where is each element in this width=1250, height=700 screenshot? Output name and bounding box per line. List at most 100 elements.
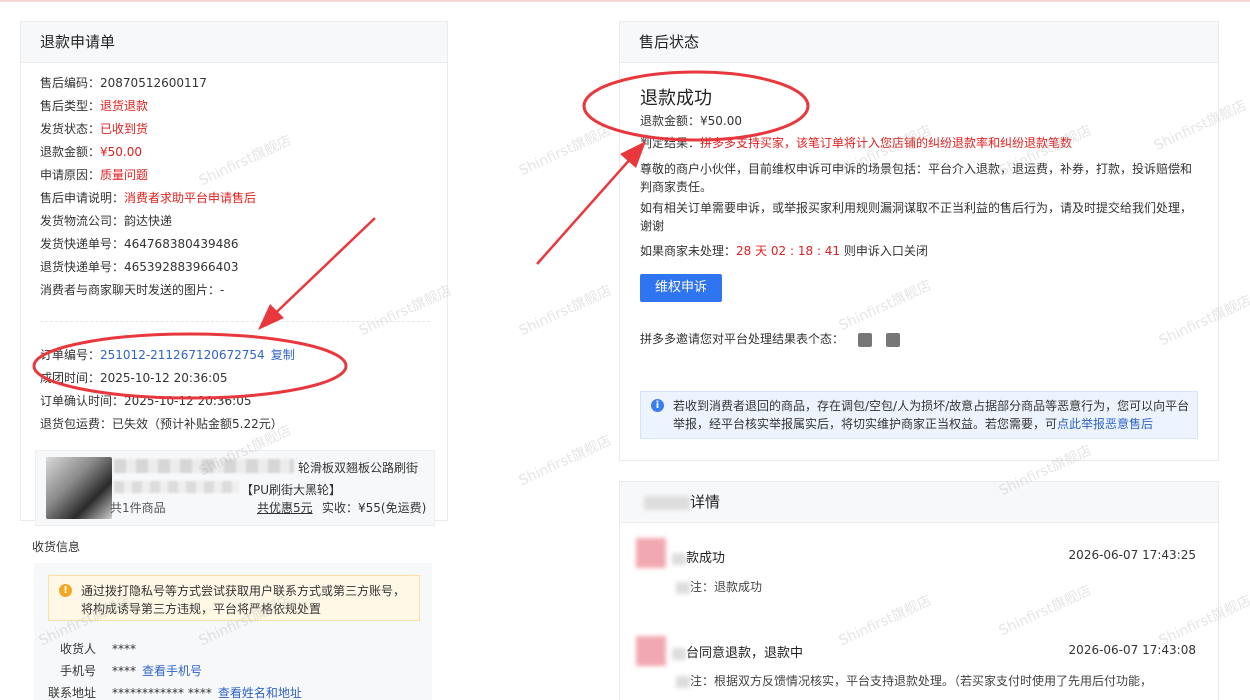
receiver-section-title: 收货信息	[32, 540, 81, 554]
blurred-text	[676, 675, 690, 688]
timeline-note-text: 注：退款成功	[690, 580, 763, 594]
order-fields: 订单编号：251012-211267120672754 复制 成团时间：2025-…	[40, 346, 295, 438]
countdown-timer: 28 天 02 : 18 : 41	[736, 244, 841, 258]
refund-amount: ¥50.00	[700, 114, 743, 128]
receiver-phone: ****	[112, 664, 136, 678]
field-value: ¥50.00	[100, 145, 143, 159]
timeline-title-text: 台同意退款，退款中	[686, 646, 804, 661]
refund-fields: 售后编码：20870512600117 售后类型：退货退款发货状态：已收到货退款金…	[40, 74, 256, 304]
countdown-row: 如果商家未处理：28 天 02 : 18 : 41 则申诉入口关闭	[640, 242, 928, 260]
timeline-time: 2026-06-07 17:43:25	[1068, 548, 1196, 562]
confirm-time-row: 订单确认时间：2025-10-12 20:36:05	[40, 392, 295, 415]
receiver-address-label: 联系地址	[47, 686, 96, 700]
field-row: 售后申请说明：消费者求助平台申请售后	[40, 189, 256, 212]
field-label: 消费者与商家聊天时发送的图片：	[40, 283, 221, 297]
order-number-label: 订单编号：	[40, 348, 101, 362]
field-label: 售后申请说明：	[40, 191, 125, 205]
receiver-address-row: 联系地址 ************ **** 查看姓名和地址	[34, 684, 302, 700]
avatar	[636, 538, 666, 568]
refund-amount-row: 退款金额：¥50.00	[640, 112, 742, 130]
verdict-label: 判定结果：	[640, 136, 701, 150]
refund-amount-label: 退款金额：	[640, 114, 701, 128]
product-discount[interactable]: 共优惠5元	[257, 499, 313, 516]
field-row: 消费者与商家聊天时发送的图片：-	[40, 281, 256, 304]
timeline-title: 款成功	[672, 547, 725, 566]
info-icon: i	[651, 399, 664, 412]
field-value: 464768380439486	[124, 237, 239, 251]
field-value: 质量问题	[100, 168, 149, 182]
thumbs-up-icon[interactable]	[858, 332, 873, 347]
receiver-phone-row: 手机号 **** 查看手机号	[34, 662, 202, 679]
field-row: 售后编码：20870512600117	[40, 74, 256, 97]
warning-icon: !	[59, 584, 72, 597]
receiver-name: ****	[112, 642, 136, 656]
product-payment: 实收：¥55(免运费)	[322, 501, 427, 515]
field-value: 韵达快递	[124, 214, 173, 228]
top-border-line	[0, 0, 1250, 2]
blurred-text	[676, 581, 690, 594]
field-row: 退货快递单号：465392883966403	[40, 258, 256, 281]
appeal-button[interactable]: 维权申诉	[640, 274, 722, 302]
timeline-note-text: 注：根据双方反馈情况核实，平台支持退款处理。（若买家支付时使用了先用后付功能，	[690, 674, 1153, 688]
deal-time: 2025-10-12 20:36:05	[100, 371, 228, 385]
field-label: 售后类型：	[40, 99, 101, 113]
feedback-row: 拼多多邀请您对平台处理结果表个态：	[640, 330, 901, 347]
field-label: 申请原因：	[40, 168, 101, 182]
blurred-text	[672, 552, 686, 565]
field-row: 发货物流公司：韵达快递	[40, 212, 256, 235]
field-value: 消费者求助平台申请售后	[124, 191, 257, 205]
watermark-text: Shinfirst旗舰店	[516, 432, 615, 490]
field-value: -	[220, 283, 225, 297]
deal-time-label: 成团时间：	[40, 371, 101, 385]
timeline-time: 2026-06-07 17:43:08	[1068, 643, 1196, 657]
detail-title: 详情	[620, 482, 1218, 523]
blurred-text	[114, 481, 239, 493]
report-malicious-link[interactable]: 点此举报恶意售后	[1057, 417, 1153, 431]
field-label: 发货物流公司：	[40, 214, 125, 228]
avatar	[636, 636, 666, 666]
product-title: 轮滑板双翘板公路刷街	[298, 461, 419, 475]
order-number[interactable]: 251012-211267120672754	[100, 348, 265, 362]
thumbs-down-icon[interactable]	[886, 332, 901, 347]
detail-title-text: 详情	[690, 493, 721, 511]
panel-title: 退款申请单	[21, 22, 447, 63]
blurred-text	[644, 495, 690, 510]
return-fee-label: 退货包运费：	[40, 417, 113, 431]
after-sale-detail-panel: 详情 款成功 2026-06-07 17:43:25 注：退款成功 台同意退款，…	[619, 481, 1219, 700]
countdown-prefix: 如果商家未处理：	[640, 244, 737, 258]
field-row: 发货快递单号：464768380439486	[40, 235, 256, 258]
field-value: 465392883966403	[124, 260, 239, 274]
after-sale-status-panel: 售后状态 退款成功 退款金额：¥50.00 判定结果：拼多多支持买家，该笔订单将…	[619, 21, 1219, 461]
countdown-suffix: 则申诉入口关闭	[843, 244, 928, 258]
status-text: 退款成功	[640, 88, 712, 109]
timeline-note: 注：根据双方反馈情况核实，平台支持退款处理。（若买家支付时使用了先用后付功能，	[676, 672, 1166, 690]
return-fee: 已失效（预计补贴金额5.22元）	[112, 417, 283, 431]
feedback-prompt: 拼多多邀请您对平台处理结果表个态：	[640, 332, 845, 346]
field-value: 退货退款	[100, 99, 149, 113]
watermark-text: Shinfirst旗舰店	[516, 282, 615, 340]
notice-paragraph-2: 如有相关订单需要申诉，或举报买家利用规则漏洞谋取不正当利益的售后行为，请及时提交…	[640, 201, 1193, 233]
watermark-text: Shinfirst旗舰店	[516, 122, 615, 180]
view-address-link[interactable]: 查看姓名和地址	[218, 686, 302, 700]
timeline-title-text: 款成功	[686, 551, 726, 566]
field-label: 退款金额：	[40, 145, 101, 159]
deal-time-row: 成团时间：2025-10-12 20:36:05	[40, 369, 295, 392]
order-number-row: 订单编号：251012-211267120672754 复制	[40, 346, 295, 369]
timeline-title: 台同意退款，退款中	[672, 642, 803, 661]
field-label: 发货状态：	[40, 122, 101, 136]
copy-button[interactable]: 复制	[271, 348, 295, 362]
notice-paragraph-1: 尊敬的商户小伙伴，目前维权申诉可申诉的场景包括：平台介入退款，退运费，补券，打款…	[640, 162, 1193, 194]
field-label: 售后编码：	[40, 76, 101, 90]
view-phone-link[interactable]: 查看手机号	[142, 664, 202, 678]
report-info-box: i 若收到消费者退回的商品，存在调包/空包/人为损坏/故意占据部分商品等恶意行为…	[640, 391, 1198, 439]
confirm-time: 2025-10-12 20:36:05	[124, 394, 252, 408]
receiver-phone-label: 手机号	[59, 664, 96, 678]
field-value: 20870512600117	[100, 76, 207, 90]
info-text: 若收到消费者退回的商品，存在调包/空包/人为损坏/故意占据部分商品等恶意行为，您…	[673, 397, 1193, 433]
receiver-address: ************ ****	[112, 686, 212, 700]
product-count: 共1件商品	[110, 501, 166, 515]
field-label: 退货快递单号：	[40, 260, 125, 274]
panel-title: 售后状态	[620, 22, 1218, 63]
field-row: 发货状态：已收到货	[40, 120, 256, 143]
verdict-row: 判定结果：拼多多支持买家，该笔订单将计入您店铺的纠纷退款率和纠纷退款笔数	[640, 134, 1072, 152]
